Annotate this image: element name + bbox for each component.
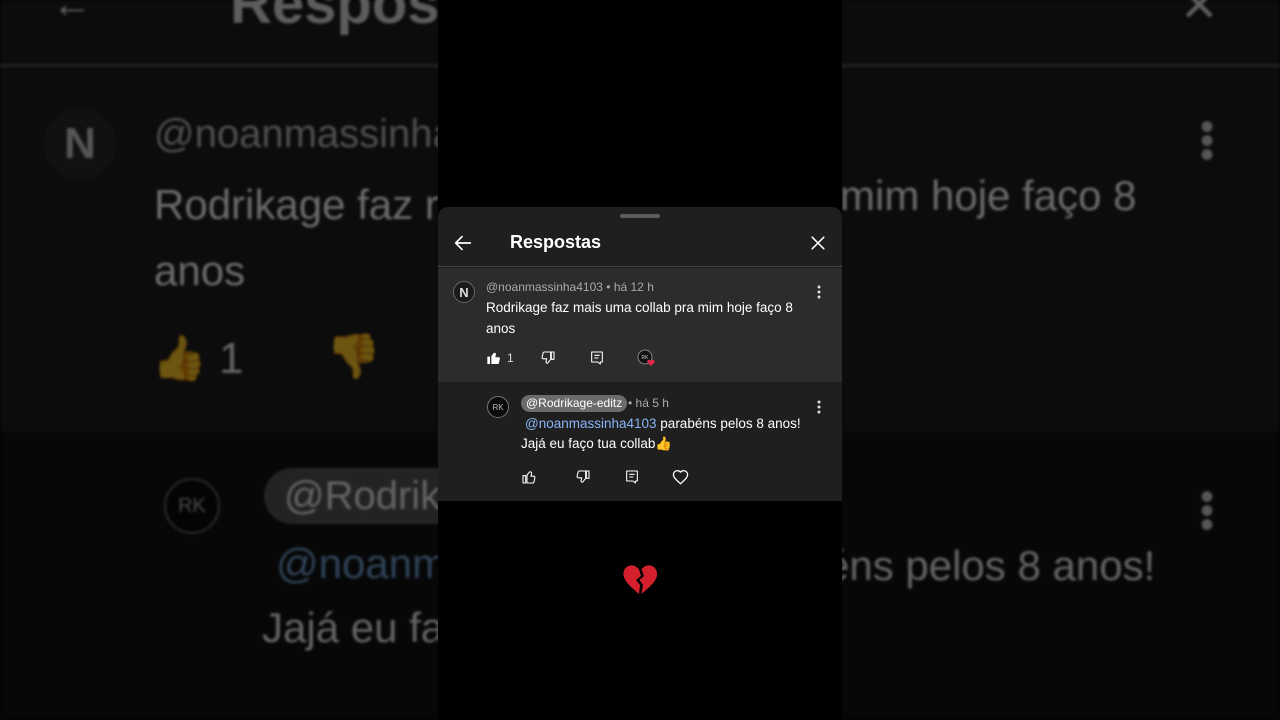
reply-heart-button[interactable] (672, 467, 689, 487)
dislike-button[interactable] (540, 348, 556, 368)
reply-meta: • há 5 h (628, 396, 669, 410)
blurred-thumbs-up-icon: 👍 1 (152, 334, 244, 383)
drag-handle[interactable] (620, 214, 660, 218)
mention-link[interactable]: @noanmassinha4103 (525, 416, 657, 431)
comment-meta: @noanmassinha4103 • há 12 h (486, 280, 654, 294)
reply-reply-button[interactable] (624, 467, 640, 487)
blurred-comment-text: Rodrikage faz r anos (154, 181, 439, 294)
more-vert-icon[interactable] (817, 285, 821, 299)
blurred-more-vert-icon: • • • (1200, 105, 1215, 177)
reply-meta-separator: • (628, 396, 633, 410)
comment-text: Rodrikage faz mais uma collab pra mim ho… (486, 300, 793, 336)
phone-screen: Respostas N @noanmassinha4103 • há 12 h … (438, 0, 842, 720)
blurred-thumbs-down-icon: 👎 (326, 332, 381, 381)
reply-text-line1: @noanmassinha4103 parabéns pelos 8 anos! (525, 416, 801, 431)
comment-author[interactable]: @noanmassinha4103 (486, 280, 603, 294)
header-divider (438, 266, 842, 267)
thumbs-down-icon (576, 470, 590, 483)
reply-more-vert-icon[interactable] (817, 400, 821, 414)
reply-avatar[interactable]: RK (487, 396, 509, 418)
back-arrow-icon[interactable] (452, 232, 474, 254)
reply-like-button[interactable] (521, 467, 537, 487)
blurred-back-arrow-icon: ← (52, 0, 92, 26)
comment-time: há 12 h (613, 280, 654, 294)
creator-heart-icon: RK (637, 349, 655, 366)
reply-dislike-button[interactable] (575, 467, 591, 487)
blurred-avatar: N (44, 108, 116, 180)
blurred-comment-text-right: mim hoje faço 8 (840, 172, 1137, 219)
reply-text-part1: parabéns pelos 8 anos! (656, 416, 801, 431)
parent-comment: N @noanmassinha4103 • há 12 h Rodrikage … (438, 268, 842, 382)
close-icon[interactable] (808, 233, 828, 253)
reply-button[interactable] (589, 348, 605, 368)
sheet-header: Respostas (438, 224, 842, 264)
avatar[interactable]: N (453, 281, 475, 303)
like-button[interactable]: 1 (486, 348, 514, 368)
reply-text-line2: Jajá eu faço tua collab👍 (521, 436, 673, 451)
sheet-title: Respostas (510, 232, 602, 252)
reply-author-chip[interactable]: @Rodrikage-editz (521, 395, 628, 412)
svg-text:RK: RK (642, 355, 650, 361)
reply-comment: RK @Rodrikage-editz • há 5 h @noanmassin… (438, 383, 842, 501)
meta-separator: • (606, 280, 611, 294)
broken-heart-icon (623, 565, 658, 594)
blurred-close-icon: ✕ (1180, 0, 1219, 31)
heart-icon (672, 469, 689, 485)
blurred-reply-more-vert-icon: • • • (1200, 475, 1215, 547)
thumbs-down-icon (541, 351, 555, 364)
thumbs-up-icon (522, 471, 536, 484)
thumbs-up-icon (487, 352, 500, 364)
blurred-reply-text-right: éns pelos 8 anos! (826, 542, 1156, 589)
reply-icon (626, 470, 638, 484)
blurred-reply-avatar: RK (164, 478, 220, 534)
reply-time: há 5 h (635, 396, 669, 410)
reply-icon (591, 351, 603, 365)
like-count: 1 (507, 351, 514, 365)
creator-heart-badge[interactable]: RK (636, 348, 658, 368)
